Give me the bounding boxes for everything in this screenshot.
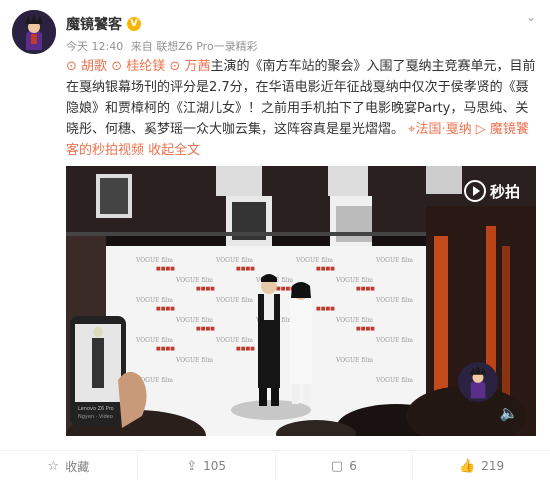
comment-count: 6: [349, 459, 357, 473]
weibo-post: 魔镜饕客 V ⌄ 今天 12:40 来自 联想Z6 Pro一录精彩 ⊙ 胡歌 ⊙…: [0, 0, 550, 480]
video-player[interactable]: VOGUE film VOGUE film VOGUE film VOGUE film…: [66, 166, 536, 436]
svg-text:VOGUE film: VOGUE film: [375, 297, 413, 304]
star-icon: ☆: [47, 458, 60, 474]
svg-text:■■■■: ■■■■: [316, 266, 335, 272]
location-link[interactable]: 法国·戛纳: [415, 122, 471, 137]
like-button[interactable]: 👍 219: [413, 452, 550, 480]
svg-text:■■■■: ■■■■: [156, 306, 175, 312]
avatar-image: [12, 10, 56, 54]
svg-text:VOGUE film: VOGUE film: [135, 337, 173, 344]
user-link-icon: ⊙: [66, 59, 77, 74]
comment-icon: ▢: [330, 458, 344, 474]
svg-text:VOGUE film: VOGUE film: [335, 357, 373, 364]
author-avatar[interactable]: [12, 10, 56, 54]
action-bar: ☆ 收藏 ⇪ 105 ▢ 6 👍 219: [0, 452, 550, 480]
svg-text:VOGUE film: VOGUE film: [135, 257, 173, 264]
collapse-text-link[interactable]: 收起全文: [148, 143, 200, 158]
svg-text:VOGUE film: VOGUE film: [215, 257, 253, 264]
svg-text:VOGUE film: VOGUE film: [175, 357, 213, 364]
video-link-icon: ▷: [475, 122, 486, 137]
svg-text:VOGUE film: VOGUE film: [375, 257, 413, 264]
post-text: ⊙ 胡歌 ⊙ 桂纶镁 ⊙ 万茜主演的《南方车站的聚会》入围了戛纳主竞赛单元，目前…: [66, 56, 536, 161]
miaopai-logo-icon: [463, 180, 486, 202]
action-divider: [0, 450, 550, 451]
phone-caption-1: Lenovo Z6 Pro: [78, 406, 114, 412]
repost-count: 105: [203, 459, 227, 473]
svg-text:VOGUE film: VOGUE film: [215, 297, 253, 304]
mention-hu-ge[interactable]: 胡歌: [81, 59, 107, 74]
svg-text:■■■■: ■■■■: [156, 346, 175, 352]
like-count: 219: [481, 459, 505, 473]
svg-text:■■■■: ■■■■: [356, 286, 375, 292]
user-link-icon: ⊙: [169, 59, 181, 74]
svg-text:VOGUE film: VOGUE film: [175, 277, 213, 284]
author-block: 魔镜饕客 V: [66, 14, 141, 34]
svg-text:VOGUE film: VOGUE film: [375, 377, 413, 384]
phone-caption-2: Ngyen · Video: [78, 414, 113, 420]
repost-icon: ⇪: [186, 458, 198, 474]
watermark-label: 秒拍: [489, 182, 520, 201]
svg-text:VOGUE film: VOGUE film: [375, 337, 413, 344]
post-meta: 今天 12:40 来自 联想Z6 Pro一录精彩: [66, 38, 262, 54]
svg-text:■■■■: ■■■■: [196, 326, 215, 332]
user-link-icon: ⊙: [111, 59, 123, 74]
comment-button[interactable]: ▢ 6: [276, 452, 414, 480]
thumbs-up-icon: 👍: [459, 458, 476, 474]
repost-button[interactable]: ⇪ 105: [138, 452, 276, 480]
svg-text:■■■■: ■■■■: [236, 346, 255, 352]
svg-text:■■■■: ■■■■: [196, 286, 215, 292]
svg-text:■■■■: ■■■■: [356, 326, 375, 332]
favorite-button[interactable]: ☆ 收藏: [0, 452, 138, 480]
svg-text:VOGUE film: VOGUE film: [295, 257, 333, 264]
mention-wan-qian[interactable]: 万茜: [184, 59, 210, 74]
mention-gui-lunmei[interactable]: 桂纶镁: [126, 59, 165, 74]
svg-text:■■■■: ■■■■: [156, 266, 175, 272]
svg-text:VOGUE film: VOGUE film: [175, 317, 213, 324]
volume-icon[interactable]: 🔈: [498, 402, 520, 424]
svg-text:■■■■: ■■■■: [236, 266, 255, 272]
svg-text:VOGUE film: VOGUE film: [335, 277, 373, 284]
verified-badge-icon: V: [127, 17, 141, 31]
svg-text:VOGUE film: VOGUE film: [215, 337, 253, 344]
svg-text:VOGUE film: VOGUE film: [335, 317, 373, 324]
post-source: 来自 联想Z6 Pro一录精彩: [130, 40, 258, 53]
favorite-label: 收藏: [65, 459, 90, 474]
miaopai-watermark: 秒拍: [463, 180, 520, 202]
video-author-avatar[interactable]: [458, 362, 498, 402]
svg-text:VOGUE film: VOGUE film: [135, 297, 173, 304]
svg-text:■■■■: ■■■■: [316, 306, 335, 312]
avatar-image: [458, 362, 498, 402]
more-options-icon[interactable]: ⌄: [526, 10, 536, 24]
post-time[interactable]: 今天 12:40: [66, 40, 123, 53]
author-name[interactable]: 魔镜饕客: [66, 14, 122, 34]
